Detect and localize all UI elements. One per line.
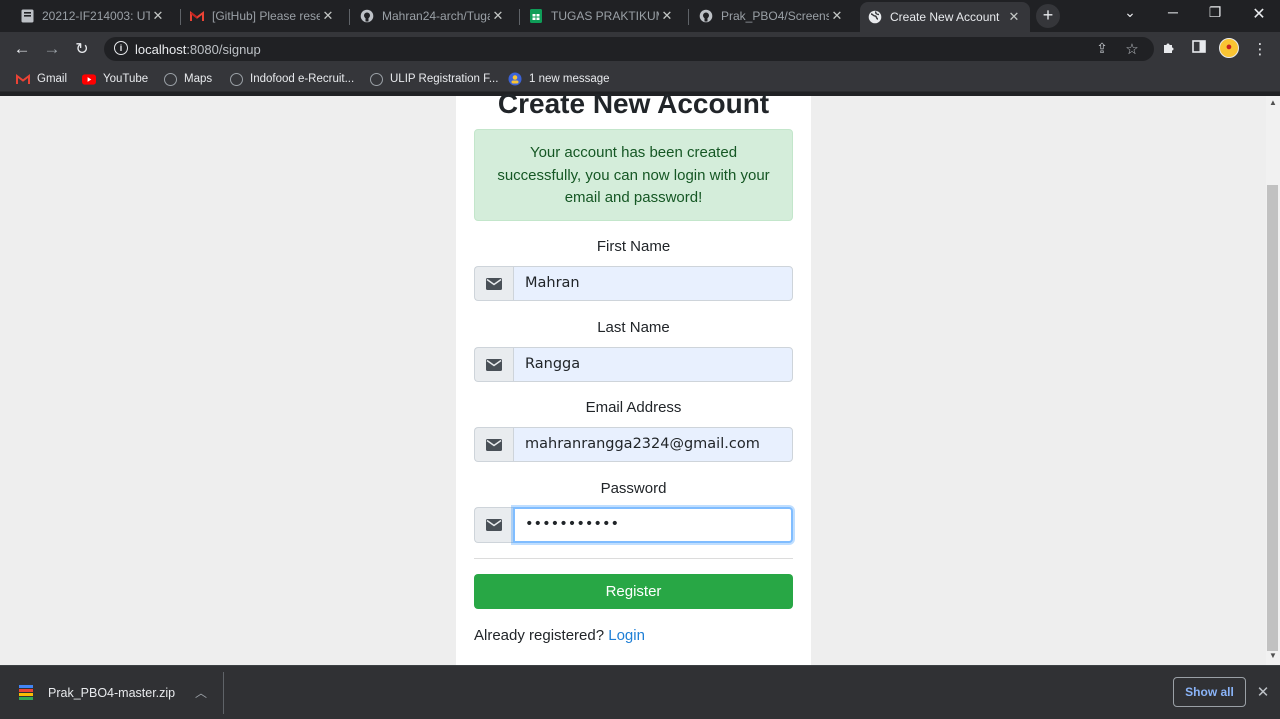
- tab-github-reset[interactable]: [GitHub] Please reset ✕: [182, 4, 344, 28]
- chevron-up-icon[interactable]: ︿: [195, 684, 207, 701]
- tab-tugas-praktikum[interactable]: TUGAS PRAKTIKUM P ✕: [521, 4, 683, 28]
- chat-icon: [508, 72, 522, 86]
- bookmark-label: ULIP Registration F...: [390, 73, 499, 85]
- download-bar: [0, 665, 1280, 719]
- close-icon[interactable]: ✕: [150, 8, 166, 24]
- tab-separator: [688, 9, 689, 25]
- close-icon[interactable]: ✕: [1006, 9, 1022, 25]
- minimize-icon[interactable]: ─: [1161, 4, 1185, 20]
- tab-search-icon[interactable]: ⌄: [1118, 4, 1142, 21]
- scrollbar-thumb[interactable]: [1267, 185, 1278, 651]
- success-alert: Your account has been created successful…: [474, 129, 793, 221]
- star-icon[interactable]: ☆: [1123, 40, 1141, 58]
- divider: [474, 558, 793, 559]
- bookmark-maps[interactable]: Maps: [163, 70, 212, 88]
- envelope-icon: [474, 347, 513, 382]
- window-close-icon[interactable]: ✕: [1247, 4, 1271, 24]
- globe-icon: [868, 10, 882, 24]
- globe-icon: [229, 72, 243, 86]
- scroll-up-icon[interactable]: ▲: [1267, 98, 1279, 110]
- email-field[interactable]: mahranrangga2324@gmail.com: [513, 427, 793, 462]
- envelope-icon: [474, 427, 513, 462]
- github-icon: [699, 9, 713, 23]
- bookmark-ulip[interactable]: ULIP Registration F...: [369, 70, 498, 88]
- bookmark-youtube[interactable]: YouTube: [82, 70, 148, 88]
- last-name-group: Rangga: [474, 347, 793, 382]
- first-name-group: Mahran: [474, 266, 793, 301]
- tab-title: 20212-IF214003: UTS: [42, 9, 150, 23]
- bookmark-message[interactable]: 1 new message: [508, 70, 610, 88]
- email-label: Email Address: [585, 399, 682, 416]
- bookmark-label: Indofood e-Recruit...: [250, 73, 355, 85]
- envelope-icon: [474, 507, 513, 543]
- tab-separator: [180, 9, 181, 25]
- tab-create-account[interactable]: Create New Account ✕: [860, 2, 1030, 32]
- url-text[interactable]: localhost:8080/signup: [135, 42, 261, 57]
- restore-icon[interactable]: ❐: [1203, 4, 1227, 21]
- bookmark-label: YouTube: [103, 73, 149, 85]
- bookmark-label: Gmail: [37, 73, 68, 85]
- reload-icon[interactable]: ↻: [72, 39, 92, 59]
- download-item[interactable]: Prak_PBO4-master.zip: [18, 683, 175, 703]
- register-button[interactable]: Register: [474, 574, 793, 609]
- new-tab-button[interactable]: +: [1036, 4, 1060, 28]
- password-group: •••••••••••: [474, 507, 793, 543]
- last-name-input[interactable]: Rangga: [513, 347, 793, 382]
- first-name-input[interactable]: Mahran: [513, 266, 793, 301]
- close-icon[interactable]: ✕: [490, 8, 506, 24]
- bookmark-label: 1 new message: [529, 73, 610, 85]
- close-icon[interactable]: ✕: [659, 8, 675, 24]
- tab-title: [GitHub] Please reset: [212, 9, 320, 23]
- close-icon[interactable]: ✕: [829, 8, 845, 24]
- globe-icon: [369, 72, 383, 86]
- tab-separator: [519, 9, 520, 25]
- gmail-icon: [190, 9, 204, 23]
- menu-icon[interactable]: ⋮: [1251, 40, 1269, 58]
- forward-icon[interactable]: →: [42, 39, 62, 59]
- password-label: Password: [600, 480, 667, 497]
- share-icon[interactable]: ⇪: [1093, 40, 1111, 57]
- email-group: mahranrangga2324@gmail.com: [474, 427, 793, 462]
- youtube-icon: [82, 72, 96, 86]
- info-icon[interactable]: i: [114, 41, 128, 55]
- close-icon[interactable]: ✕: [320, 8, 336, 24]
- tab-mahran-repo[interactable]: Mahran24-arch/Tugas ✕: [352, 4, 514, 28]
- sheets-icon: [529, 9, 543, 23]
- doc-icon: [20, 9, 34, 23]
- login-prompt: Already registered? Login: [474, 627, 645, 644]
- download-file-name: Prak_PBO4-master.zip: [48, 686, 176, 700]
- close-icon[interactable]: ✕: [1255, 683, 1271, 701]
- extensions-icon[interactable]: [1160, 40, 1178, 57]
- show-all-button[interactable]: Show all: [1173, 677, 1246, 707]
- side-panel-icon[interactable]: [1190, 40, 1208, 56]
- page-title: Create New Account: [497, 88, 770, 119]
- tab-uts[interactable]: 20212-IF214003: UTS ✕: [12, 4, 174, 28]
- scroll-down-icon[interactable]: ▼: [1267, 651, 1279, 663]
- tab-title: Create New Account: [890, 10, 1000, 24]
- tab-title: Mahran24-arch/Tugas: [382, 9, 490, 23]
- tab-title: Prak_PBO4/Screensho: [721, 9, 829, 23]
- back-icon[interactable]: ←: [12, 39, 32, 59]
- envelope-icon: [474, 266, 513, 301]
- tab-title: TUGAS PRAKTIKUM P: [551, 9, 659, 23]
- last-name-label: Last Name: [597, 319, 670, 336]
- github-icon: [360, 9, 374, 23]
- first-name-label: First Name: [596, 238, 671, 255]
- tab-prak-screenshot[interactable]: Prak_PBO4/Screensho ✕: [691, 4, 853, 28]
- download-separator: [223, 672, 224, 714]
- login-link[interactable]: Login: [608, 627, 645, 644]
- tab-separator: [349, 9, 350, 25]
- zip-file-icon: [18, 684, 34, 702]
- bookmark-gmail[interactable]: Gmail: [16, 70, 67, 88]
- profile-avatar[interactable]: ●: [1219, 38, 1239, 58]
- globe-icon: [163, 72, 177, 86]
- bookmark-indofood[interactable]: Indofood e-Recruit...: [229, 70, 354, 88]
- password-field[interactable]: •••••••••••: [513, 507, 793, 543]
- bookmark-label: Maps: [184, 73, 213, 85]
- address-bar[interactable]: [104, 37, 1154, 61]
- already-text: Already registered?: [474, 627, 605, 644]
- gmail-icon: [16, 72, 30, 86]
